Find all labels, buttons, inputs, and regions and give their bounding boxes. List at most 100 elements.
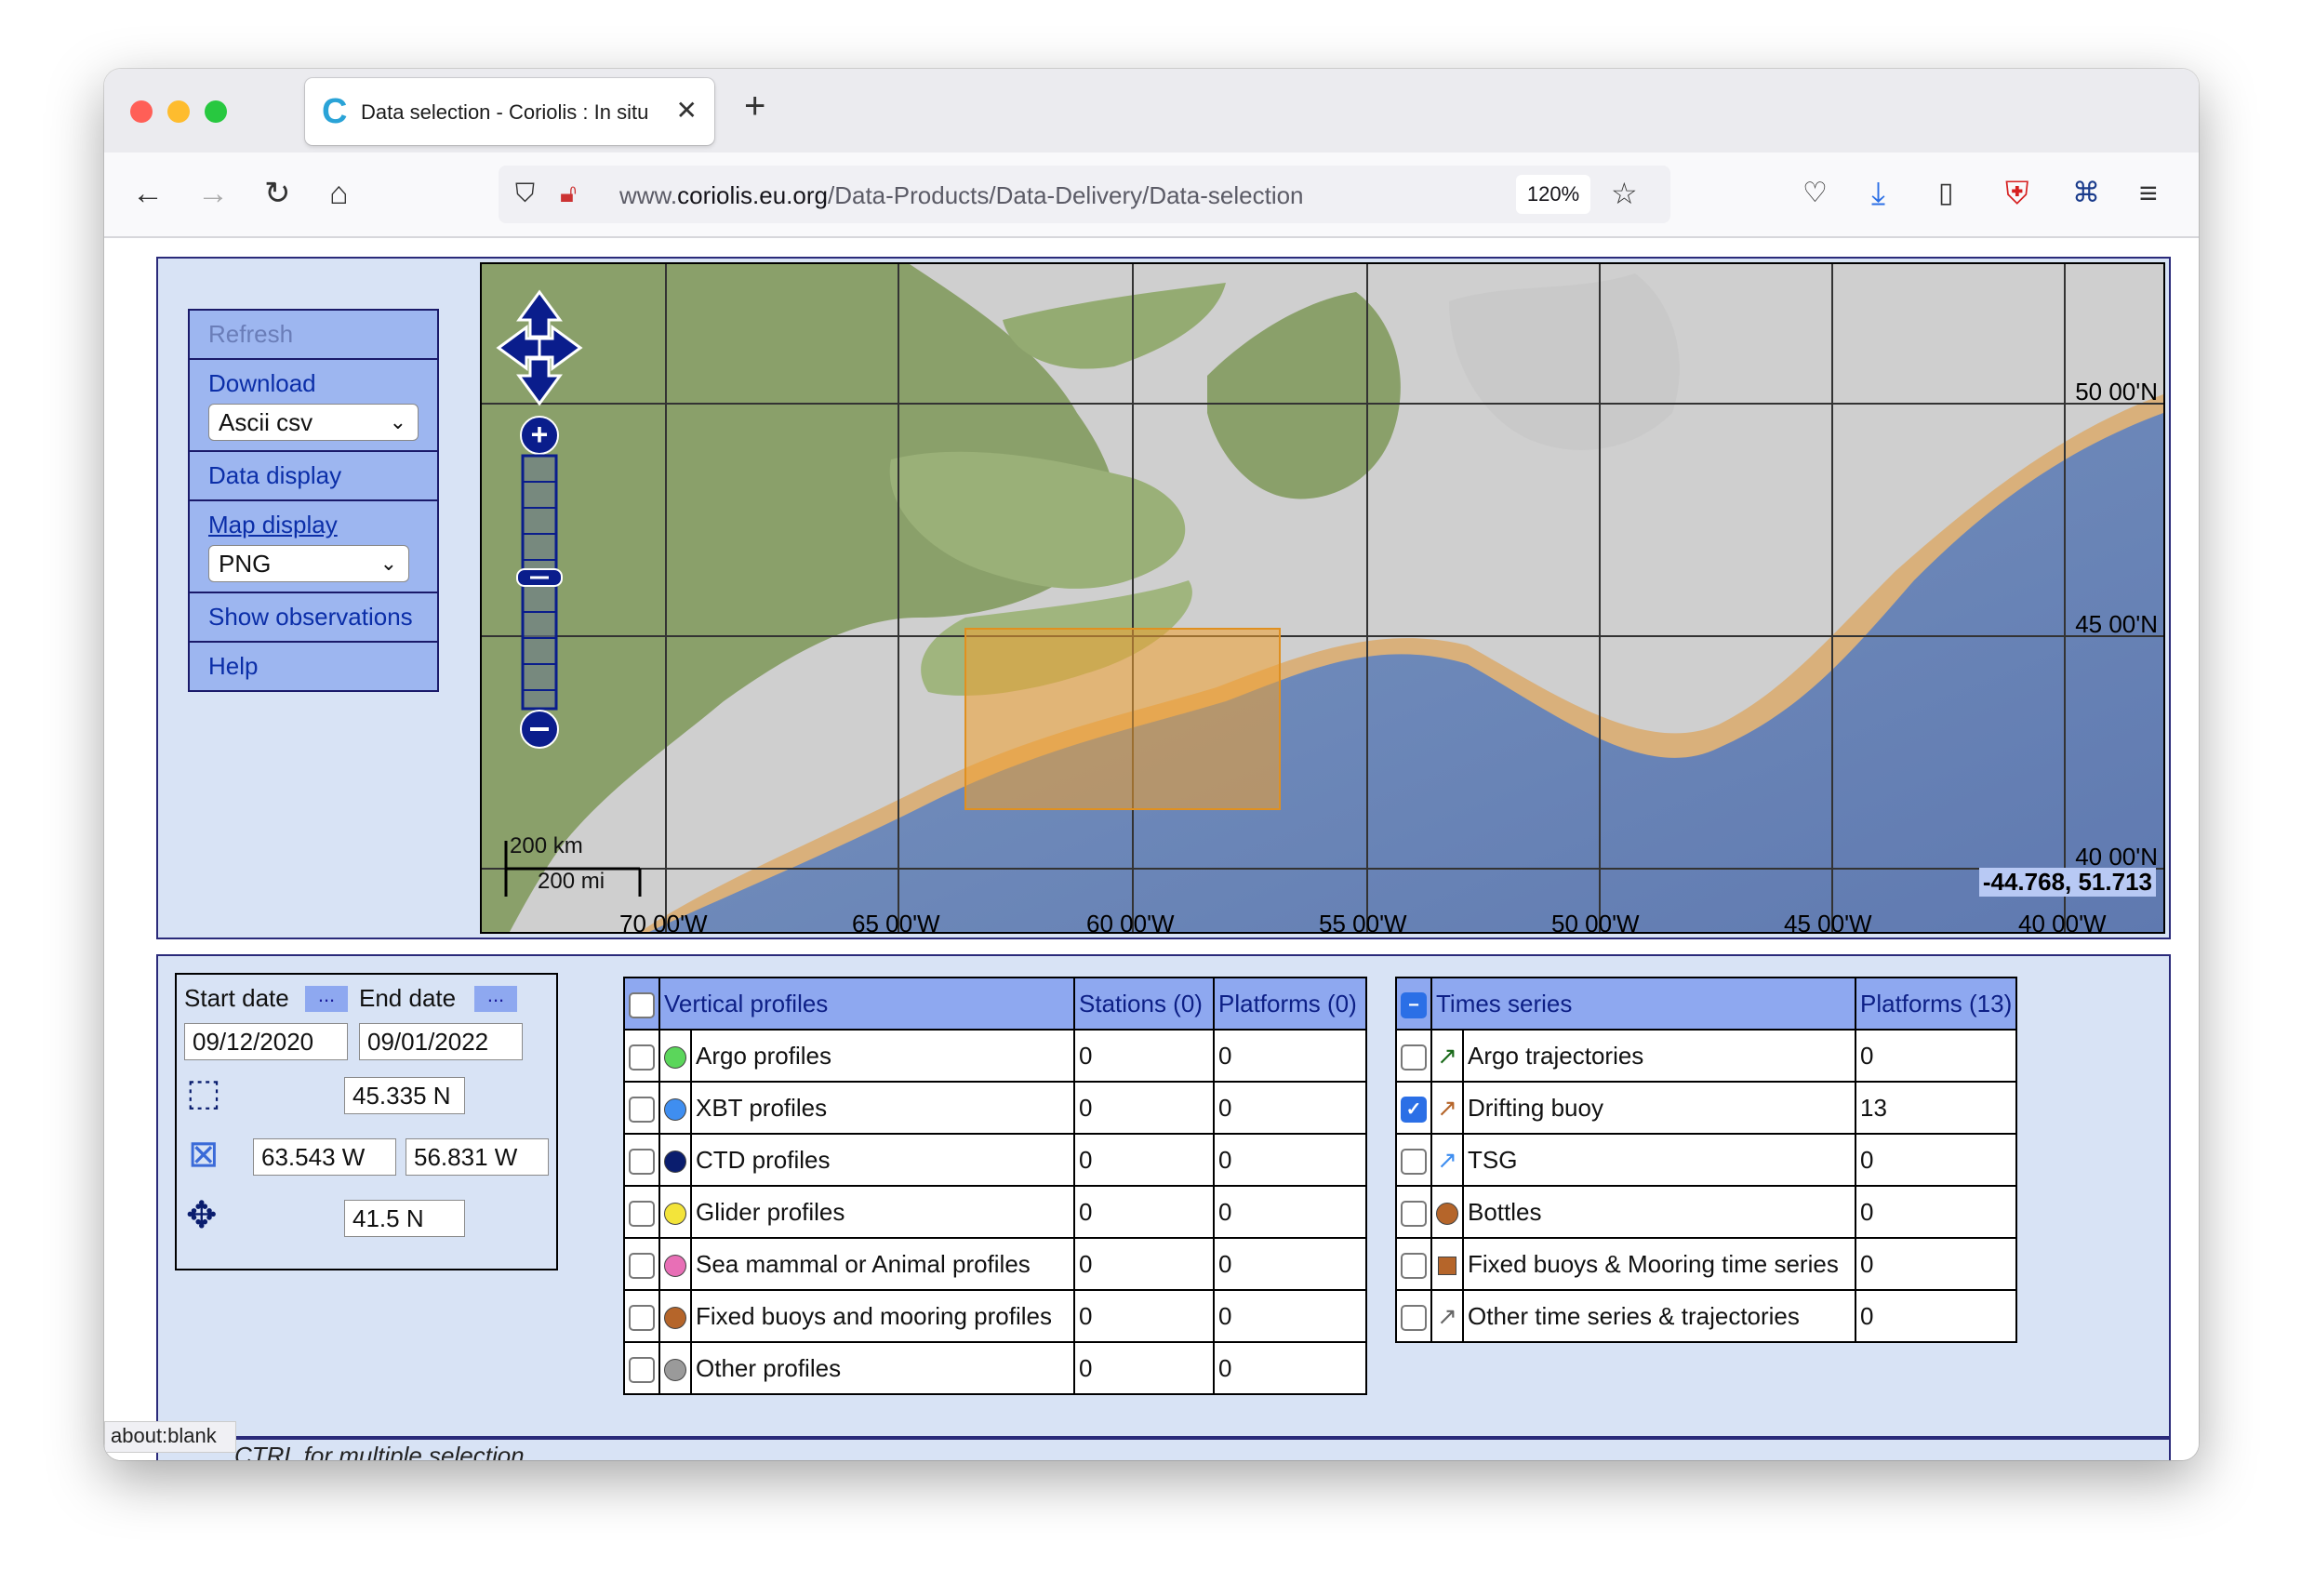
zoom-window-button[interactable] [205, 100, 227, 123]
data-display-button[interactable]: Data display [190, 452, 437, 501]
table-row[interactable]: Fixed buoys & Mooring time series 0 [1395, 1237, 2018, 1291]
pocket-icon[interactable]: ♡ [1802, 175, 1828, 212]
argo-profiles-checkbox[interactable] [629, 1044, 655, 1071]
downloads-icon[interactable]: ⤓ [1871, 175, 1885, 212]
back-icon[interactable]: ← [132, 175, 164, 212]
move-box-icon[interactable]: ✥ [186, 1194, 218, 1237]
bookmark-star-icon[interactable]: ☆ [1611, 175, 1638, 212]
table-row[interactable]: Argo profiles 0 0 [623, 1029, 1367, 1083]
table-row[interactable]: CTD profiles 0 0 [623, 1133, 1367, 1187]
url-text[interactable]: www.coriolis.eu.org/Data-Products/Data-D… [619, 181, 1304, 210]
lon-label: 55 00'W [1319, 910, 1407, 934]
sea-mammal-profiles-checkbox[interactable] [629, 1252, 655, 1279]
table-row[interactable]: Bottles 0 [1395, 1185, 2018, 1239]
table-row[interactable]: ✓ ↗ Drifting buoy 13 [1395, 1081, 2018, 1135]
close-window-button[interactable] [130, 100, 153, 123]
table-row[interactable]: ↗ Other time series & trajectories 0 [1395, 1289, 2018, 1343]
platforms-value: 0 [1213, 1341, 1367, 1395]
reader-icon[interactable]: ▯ [1938, 175, 1954, 212]
stations-value: 0 [1073, 1029, 1215, 1083]
home-icon[interactable]: ⌂ [329, 175, 349, 212]
argo-trajectories-checkbox[interactable] [1401, 1044, 1427, 1071]
vertical-profiles-table: Vertical profiles Stations (0) Platforms… [623, 977, 1367, 1395]
select-all-series-checkbox[interactable]: − [1401, 991, 1427, 1018]
table-row[interactable]: Glider profiles 0 0 [623, 1185, 1367, 1239]
download-button[interactable]: Download [208, 369, 419, 398]
stations-header: Stations (0) [1073, 977, 1215, 1031]
start-date-input[interactable]: 09/12/2020 [184, 1023, 348, 1060]
stations-value: 0 [1073, 1289, 1215, 1343]
hamburger-menu-icon[interactable]: ≡ [2139, 175, 2158, 212]
drifting-buoy-icon: ↗ [1430, 1081, 1464, 1135]
table-row[interactable]: Other profiles 0 0 [623, 1341, 1367, 1395]
fixed-buoys-profiles-checkbox[interactable] [629, 1304, 655, 1331]
select-all-series-cell[interactable]: − [1395, 977, 1432, 1031]
ctd-profiles-checkbox[interactable] [629, 1148, 655, 1175]
map-display-link[interactable]: Map display [208, 511, 419, 539]
south-latitude-input[interactable]: 41.5 N [344, 1200, 465, 1237]
other-profiles-checkbox[interactable] [629, 1356, 655, 1383]
other-trajectory-icon: ↗ [1430, 1289, 1464, 1343]
new-tab-button[interactable]: + [744, 86, 765, 127]
map-view[interactable]: + 200 km 200 mi 70 00'W 65 00'W 60 00'W … [480, 262, 2165, 934]
show-observations-button[interactable]: Show observations [190, 593, 437, 643]
profile-name: Fixed buoys and mooring profiles [690, 1289, 1075, 1343]
table-row[interactable]: Sea mammal or Animal profiles 0 0 [623, 1237, 1367, 1291]
tsg-checkbox[interactable] [1401, 1148, 1427, 1175]
gray-dot-icon [664, 1358, 686, 1381]
shield-icon[interactable]: ⛉ [515, 175, 535, 212]
zoom-level-badge[interactable]: 120% [1516, 175, 1590, 214]
select-all-profiles-cell[interactable] [623, 977, 660, 1031]
series-name: Argo trajectories [1462, 1029, 1856, 1083]
refresh-button[interactable]: Refresh [190, 311, 437, 360]
forward-icon[interactable]: → [197, 175, 229, 212]
other-series-checkbox[interactable] [1401, 1304, 1427, 1331]
url-bar[interactable]: ⛉ 🔓︎ www.coriolis.eu.org/Data-Products/D… [499, 166, 1670, 223]
bathymetry-map[interactable]: + [482, 264, 2163, 932]
west-longitude-input[interactable]: 63.543 W [253, 1138, 396, 1176]
help-button[interactable]: Help [190, 643, 437, 690]
active-tab[interactable]: C Data selection - Coriolis : In situ ✕ [305, 78, 714, 145]
xbt-profiles-checkbox[interactable] [629, 1096, 655, 1123]
map-format-select[interactable]: PNG ⌄ [208, 545, 409, 582]
draw-box-icon[interactable]: ⬚ [186, 1071, 221, 1114]
map-format-value: PNG [219, 550, 272, 578]
start-date-picker-button[interactable]: ... [305, 985, 348, 1012]
drifting-buoy-checkbox[interactable]: ✓ [1401, 1096, 1427, 1123]
reload-icon[interactable]: ↻ [264, 175, 291, 212]
series-platforms-value: 0 [1854, 1185, 2018, 1239]
svg-text:+: + [531, 418, 549, 451]
mooring-icon [1438, 1256, 1456, 1275]
north-latitude-input[interactable]: 45.335 N [344, 1077, 465, 1114]
select-all-profiles-checkbox[interactable] [629, 991, 655, 1018]
bottle-icon [1436, 1202, 1458, 1225]
fixed-buoys-series-checkbox[interactable] [1401, 1252, 1427, 1279]
platforms-value: 0 [1213, 1289, 1367, 1343]
table-row[interactable]: Fixed buoys and mooring profiles 0 0 [623, 1289, 1367, 1343]
table-row[interactable]: ↗ TSG 0 [1395, 1133, 2018, 1187]
blue-dot-icon [664, 1097, 686, 1121]
lon-label: 40 00'W [2018, 910, 2107, 934]
table-row[interactable]: ↗ Argo trajectories 0 [1395, 1029, 2018, 1083]
download-format-select[interactable]: Ascii csv ⌄ [208, 404, 419, 441]
end-date-input[interactable]: 09/01/2022 [359, 1023, 523, 1060]
lat-label: 50 00'N [2075, 378, 2158, 406]
stations-value: 0 [1073, 1133, 1215, 1187]
glider-profiles-checkbox[interactable] [629, 1200, 655, 1227]
time-series-table: − Times series Platforms (13) ↗ Argo tra… [1395, 977, 2018, 1343]
scale-mi-label: 200 mi [538, 869, 605, 894]
ublock-shield-icon[interactable]: ⛨ [2005, 175, 2029, 212]
lon-label: 45 00'W [1784, 910, 1872, 934]
clear-box-icon[interactable]: ⊠ [188, 1133, 219, 1176]
bottles-checkbox[interactable] [1401, 1200, 1427, 1227]
table-row[interactable]: XBT profiles 0 0 [623, 1081, 1367, 1135]
extension-icon[interactable]: ⌘ [2072, 175, 2100, 212]
insecure-lock-icon[interactable]: 🔓︎ [560, 175, 577, 212]
minimize-window-button[interactable] [167, 100, 190, 123]
east-longitude-input[interactable]: 56.831 W [406, 1138, 549, 1176]
close-tab-icon[interactable]: ✕ [676, 95, 698, 126]
series-name: Bottles [1462, 1185, 1856, 1239]
lon-label: 65 00'W [852, 910, 940, 934]
end-date-picker-button[interactable]: ... [474, 985, 517, 1012]
platforms-value: 0 [1213, 1185, 1367, 1239]
